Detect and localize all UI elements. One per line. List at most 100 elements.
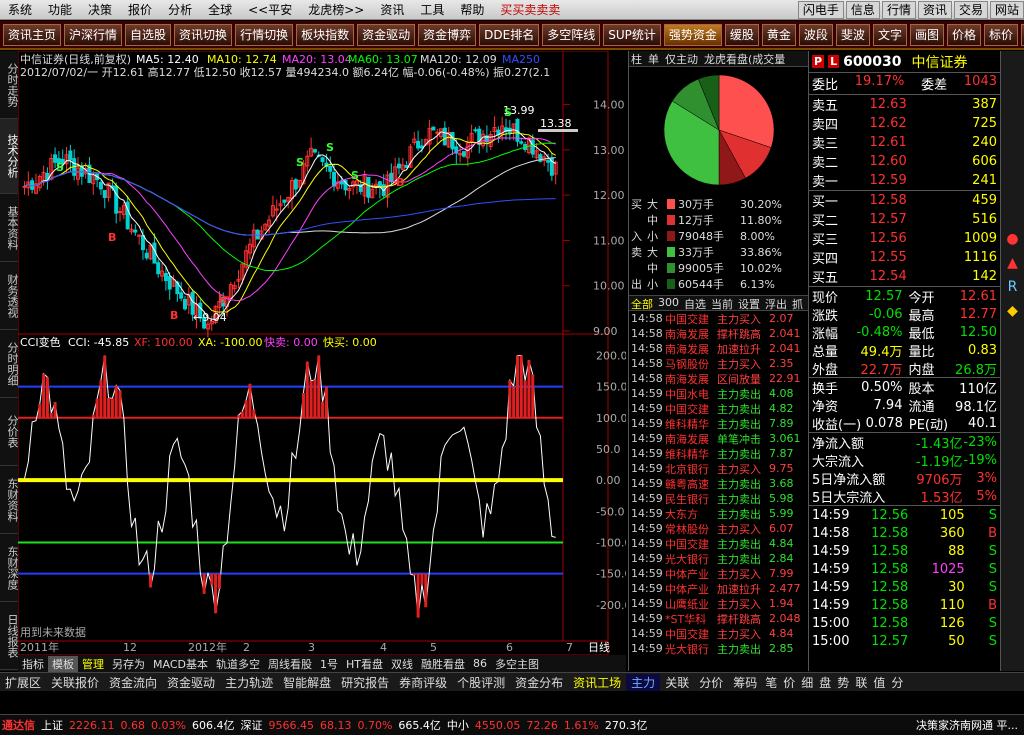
left-tab[interactable]: 基本资料	[0, 194, 19, 262]
bids-row[interactable]: 买二 12.57 516	[809, 210, 1000, 229]
asks-row[interactable]: 卖四 12.62 725	[809, 114, 1000, 133]
flow-tab[interactable]: 柱	[631, 51, 642, 66]
bottom-tab[interactable]: 笔	[762, 674, 780, 691]
radar-row[interactable]: 14:59 赣粤高速 主力卖出 3.68	[629, 476, 808, 491]
website-button[interactable]: 网站	[989, 0, 1024, 19]
left-tab[interactable]: 财务透视	[0, 262, 19, 330]
left-tab[interactable]: 分价表	[0, 398, 19, 466]
flow-tab[interactable]: 龙虎看盘(成交量	[704, 51, 785, 66]
news-button[interactable]: 资讯	[917, 0, 952, 19]
l-icon[interactable]: L	[828, 55, 840, 68]
toolbar-button[interactable]: 强势资金	[663, 23, 722, 46]
rsi-icon[interactable]: R	[1001, 279, 1024, 295]
chart-icon[interactable]: ▲	[1001, 255, 1024, 271]
bids-row[interactable]: 买三 12.56 1009	[809, 229, 1000, 248]
bottom-tab[interactable]: 智能解盘	[278, 674, 336, 691]
tool-icon[interactable]: ◆	[1001, 303, 1024, 319]
toolbar-button[interactable]: 缓股	[724, 23, 759, 46]
menu-decision[interactable]: 决策	[80, 1, 120, 18]
bottom-tab[interactable]: 主力轨迹	[220, 674, 278, 691]
indicator-tab[interactable]: 轨道多空	[212, 656, 264, 672]
indicator-tab[interactable]: 融胜看盘	[417, 656, 469, 672]
radar-row[interactable]: 14:59 南海发展 单笔冲击 3.061	[629, 431, 808, 446]
radar-row[interactable]: 14:59 *ST华科 撑杆跳高 2.048	[629, 611, 808, 626]
toolbar-button[interactable]: 自选股	[125, 23, 172, 46]
radar-tab[interactable]: 设置	[738, 296, 760, 311]
left-tab[interactable]: 日线报表	[0, 602, 19, 670]
asks-row[interactable]: 卖二 12.60 606	[809, 152, 1000, 171]
indicator-tab[interactable]: 周线看股	[264, 656, 316, 672]
radar-row[interactable]: 14:59 维科精华 主力卖出 7.87	[629, 446, 808, 461]
radar-row[interactable]: 14:59 中国交建 主力卖出 4.82	[629, 401, 808, 416]
toolbar-button[interactable]: 沪深行情	[64, 23, 123, 46]
bottom-tab[interactable]: 主力	[626, 673, 661, 691]
indicator-tab[interactable]: 指标	[18, 656, 48, 672]
toolbar-button[interactable]: 价格	[946, 23, 981, 46]
menu-pingan[interactable]: <<平安	[240, 1, 300, 18]
left-tab[interactable]: 技术分析	[0, 119, 19, 194]
indicator-tab[interactable]: 86	[469, 657, 491, 670]
bottom-tab[interactable]: 扩展区	[0, 674, 46, 691]
toolbar-button[interactable]: SUP统计	[603, 23, 661, 46]
radar-row[interactable]: 14:59 中体产业 主力买入 7.99	[629, 566, 808, 581]
toolbar-button[interactable]: 板块指数	[296, 23, 355, 46]
bottom-tab[interactable]: 券商评级	[394, 674, 452, 691]
toolbar-button[interactable]: 行情切换	[235, 23, 294, 46]
radar-tab[interactable]: 300	[658, 296, 679, 310]
bottom-tab[interactable]: 值	[870, 674, 888, 691]
flow-tab[interactable]: 仅主动	[665, 51, 698, 66]
stock-icon[interactable]: ●	[1001, 231, 1024, 247]
bottom-tab[interactable]: 个股评测	[452, 674, 510, 691]
bottom-tab[interactable]: 资讯工场	[568, 674, 626, 691]
menu-tools[interactable]: 工具	[412, 1, 452, 18]
indicator-tab[interactable]: MACD基本	[149, 656, 212, 672]
radar-row[interactable]: 14:58 南海发展 加速拉升 2.041	[629, 341, 808, 356]
toolbar-button[interactable]: 标价	[983, 23, 1018, 46]
bottom-tab[interactable]: 盘	[816, 674, 834, 691]
radar-row[interactable]: 14:59 山鹰纸业 主力买入 1.94	[629, 596, 808, 611]
radar-row[interactable]: 14:59 中国交建 主力卖出 4.84	[629, 536, 808, 551]
radar-row[interactable]: 14:59 中体产业 加速拉升 2.477	[629, 581, 808, 596]
toolbar-button[interactable]: 资金博弈	[418, 23, 477, 46]
p-icon[interactable]: P	[812, 55, 825, 68]
radar-row[interactable]: 14:59 大东方 主力卖出 5.99	[629, 506, 808, 521]
radar-row[interactable]: 14:59 光大银行 主力卖出 2.84	[629, 551, 808, 566]
info-button[interactable]: 信息	[845, 0, 880, 19]
toolbar-button[interactable]: 资讯主页	[3, 23, 62, 46]
radar-row[interactable]: 14:58 马钢股份 主力买入 2.35	[629, 356, 808, 371]
bottom-tab[interactable]: 分价	[694, 674, 728, 691]
radar-row[interactable]: 14:59 中国水电 主力卖出 4.08	[629, 386, 808, 401]
left-tab[interactable]: 分时走势	[0, 51, 19, 119]
bottom-tab[interactable]: 资金分布	[510, 674, 568, 691]
bottom-tab[interactable]: 价	[780, 674, 798, 691]
toolbar-button[interactable]: 资金驱动	[357, 23, 416, 46]
left-tab[interactable]: 分时明细	[0, 330, 19, 398]
bottom-tab[interactable]: 势	[834, 674, 852, 691]
toolbar-button[interactable]: 画图	[909, 23, 944, 46]
toolbar-button[interactable]: DDE排名	[479, 23, 540, 46]
menu-function[interactable]: 功能	[40, 1, 80, 18]
bottom-tab[interactable]: 关联	[660, 674, 694, 691]
left-tab[interactable]: 东财深度	[0, 534, 19, 602]
bids-row[interactable]: 买五 12.54 142	[809, 267, 1000, 286]
toolbar-button[interactable]: 资讯切换	[174, 23, 233, 46]
indicator-tab[interactable]: 另存为	[108, 656, 149, 672]
kline-chart[interactable]: 中信证券(日线,前复权) MA5: 12.40 MA10: 12.74 MA20: 1…	[18, 51, 626, 655]
quotes-button[interactable]: 行情	[881, 0, 916, 19]
toolbar-button[interactable]: 多空阵线	[542, 23, 601, 46]
menu-longhubang[interactable]: 龙虎榜>>	[300, 1, 372, 18]
menu-system[interactable]: 系统	[0, 1, 40, 18]
indicator-tab[interactable]: HT看盘	[342, 656, 387, 672]
toolbar-button[interactable]: 波段	[798, 23, 833, 46]
bottom-tab[interactable]: 细	[798, 674, 816, 691]
toolbar-button[interactable]: 黄金	[761, 23, 796, 46]
radar-row[interactable]: 14:59 北京银行 主力买入 9.75	[629, 461, 808, 476]
radar-row[interactable]: 14:59 中国交建 主力买入 4.84	[629, 626, 808, 641]
bottom-tab[interactable]: 联	[852, 674, 870, 691]
radar-tab[interactable]: 全部	[631, 296, 653, 311]
menu-global[interactable]: 全球	[200, 1, 240, 18]
asks-row[interactable]: 卖三 12.61 240	[809, 133, 1000, 152]
radar-row[interactable]: 14:59 常林股份 主力买入 6.07	[629, 521, 808, 536]
radar-tab[interactable]: 自选	[684, 296, 706, 311]
asks-row[interactable]: 卖五 12.63 387	[809, 95, 1000, 114]
